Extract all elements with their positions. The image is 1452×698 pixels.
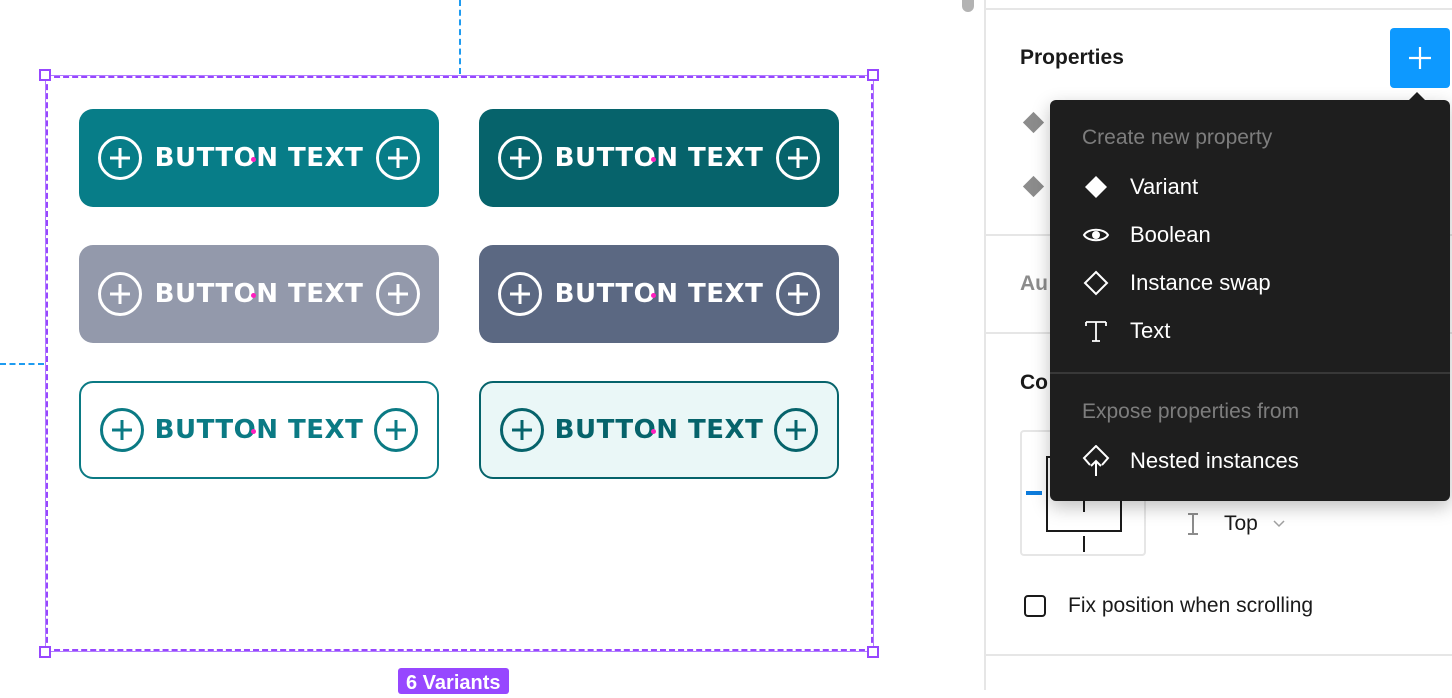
menu-item-variant[interactable]: Variant [1082, 167, 1422, 207]
menu-item-boolean[interactable]: Boolean [1082, 215, 1422, 255]
button-variant-3[interactable]: BUTTON TEXT [79, 245, 439, 343]
section-divider [986, 8, 1452, 10]
plus-circle-icon [373, 408, 418, 452]
constraint-left-active[interactable] [1026, 491, 1042, 495]
button-variant-1[interactable]: BUTTON TEXT [79, 109, 439, 207]
plus-circle-icon [500, 408, 544, 452]
center-marker [650, 429, 656, 434]
center-marker [250, 429, 256, 434]
properties-title: Properties [1020, 46, 1124, 69]
plus-circle-icon [98, 136, 142, 180]
plus-circle-icon [375, 136, 420, 180]
button-label: BUTTON TEXT [154, 143, 364, 173]
plus-circle-icon [98, 272, 142, 316]
eye-icon [1082, 221, 1110, 249]
button-variant-2[interactable]: BUTTON TEXT [479, 109, 839, 207]
vertical-constraint-value: Top [1224, 512, 1258, 535]
button-label: BUTTON TEXT [554, 279, 764, 309]
variants-count-badge[interactable]: 6 Variants [398, 668, 509, 694]
constraint-bottom[interactable] [1083, 536, 1085, 552]
menu-item-nested-instances[interactable]: Nested instances [1082, 441, 1422, 481]
button-variant-5[interactable]: BUTTON TEXT [79, 381, 439, 479]
center-marker [250, 293, 256, 298]
resize-handle-bottom-right[interactable] [867, 646, 879, 658]
nested-instances-icon [1082, 445, 1110, 476]
menu-item-label: Text [1130, 318, 1171, 343]
resize-handle-top-right[interactable] [867, 69, 879, 81]
plus-circle-icon [498, 136, 542, 180]
chevron-down-icon [1273, 520, 1285, 528]
button-variant-6[interactable]: BUTTON TEXT [479, 381, 839, 479]
variant-property-icon [1022, 175, 1045, 198]
text-icon [1082, 317, 1110, 345]
center-marker [250, 157, 256, 162]
menu-item-label: Instance swap [1130, 270, 1271, 295]
button-label: BUTTON TEXT [554, 415, 764, 445]
center-marker [650, 157, 656, 162]
button-label: BUTTON TEXT [554, 143, 764, 173]
section-divider [986, 654, 1452, 656]
menu-item-instance-swap[interactable]: Instance swap [1082, 263, 1422, 303]
auto-layout-label[interactable]: Au [1020, 272, 1048, 296]
fix-position-label[interactable]: Fix position when scrolling [1068, 594, 1313, 618]
center-marker [650, 293, 656, 298]
vertical-constraint-icon [1188, 513, 1198, 535]
menu-separator [1050, 372, 1450, 374]
plus-circle-icon [773, 408, 818, 452]
resize-handle-top-left[interactable] [39, 69, 51, 81]
constraints-label: Co [1020, 371, 1048, 394]
menu-item-label: Boolean [1130, 222, 1211, 247]
plus-circle-icon [775, 136, 820, 180]
button-variant-4[interactable]: BUTTON TEXT [479, 245, 839, 343]
horizontal-guide [0, 363, 44, 365]
diamond-filled-icon [1082, 173, 1110, 201]
plus-circle-icon [775, 272, 820, 316]
expose-properties-header: Expose properties from [1082, 400, 1300, 423]
button-label: BUTTON TEXT [154, 415, 364, 445]
plus-icon [1409, 47, 1431, 69]
plus-circle-icon [375, 272, 420, 316]
menu-item-label: Nested instances [1130, 448, 1299, 473]
button-label: BUTTON TEXT [154, 279, 364, 309]
create-property-header: Create new property [1082, 126, 1273, 149]
create-property-menu: Create new property Variant Boolean Inst… [1050, 100, 1450, 501]
add-property-button[interactable] [1390, 28, 1450, 88]
plus-circle-icon [100, 408, 144, 452]
vertical-constraint-select[interactable]: Top [1186, 512, 1286, 536]
variant-property-icon [1022, 111, 1045, 134]
plus-circle-icon [498, 272, 542, 316]
canvas[interactable]: BUTTON TEXT BUTTON TEXT BUTTON TEXT BUTT… [0, 0, 984, 694]
canvas-scrollbar[interactable] [962, 0, 974, 12]
menu-item-label: Variant [1130, 174, 1199, 199]
diamond-outline-icon [1082, 269, 1110, 297]
menu-item-text[interactable]: Text [1082, 311, 1422, 351]
fix-position-checkbox[interactable] [1024, 595, 1046, 617]
resize-handle-bottom-left[interactable] [39, 646, 51, 658]
vertical-guide [459, 0, 461, 74]
